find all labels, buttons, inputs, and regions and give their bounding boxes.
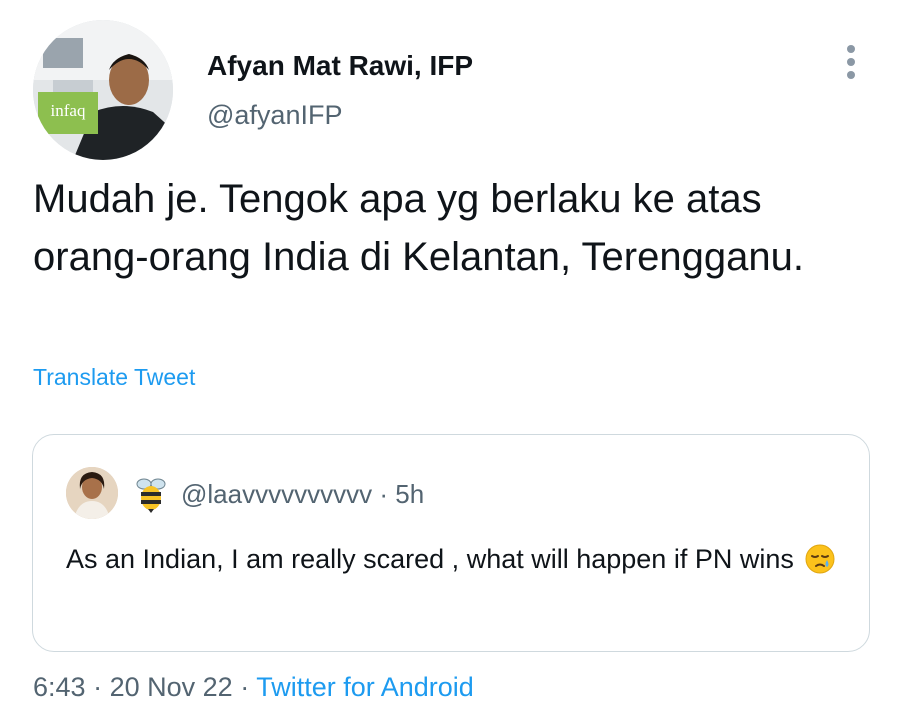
- author-handle[interactable]: @afyanIFP: [207, 100, 342, 131]
- translate-tweet-link[interactable]: Translate Tweet: [33, 364, 195, 391]
- avatar-image: infaq: [33, 20, 173, 160]
- avatar-logo-text: infaq: [51, 101, 86, 120]
- more-options-icon[interactable]: [838, 42, 864, 82]
- quoted-tweet-card[interactable]: @laavvvvvvvvvv · 5h As an Indian, I am r…: [32, 434, 870, 652]
- tweet-text: Mudah je. Tengok apa yg berlaku ke atas …: [33, 177, 804, 279]
- tweet-source-link[interactable]: Twitter for Android: [256, 672, 474, 702]
- footer-separator: ·: [93, 672, 103, 702]
- meta-separator: ·: [379, 479, 388, 509]
- tweet-date[interactable]: 20 Nov 22: [110, 672, 233, 702]
- quoted-tweet-meta: @laavvvvvvvvvv · 5h: [181, 479, 424, 510]
- quoted-tweet-text-block: As an Indian, I am really scared , what …: [66, 539, 846, 586]
- quoted-tweet-text: As an Indian, I am really scared , what …: [66, 544, 794, 574]
- footer-separator: ·: [240, 672, 250, 702]
- quoted-author-avatar[interactable]: [66, 467, 118, 519]
- author-display-name[interactable]: Afyan Mat Rawi, IFP: [207, 50, 473, 82]
- tweet-time[interactable]: 6:43: [33, 672, 86, 702]
- tweet-footer: 6:43 · 20 Nov 22 · Twitter for Android: [33, 672, 474, 703]
- quoted-tweet-time[interactable]: 5h: [395, 479, 424, 509]
- author-avatar[interactable]: infaq: [33, 20, 173, 160]
- quoted-author-handle[interactable]: @laavvvvvvvvvv: [181, 479, 372, 509]
- sleepy-face-emoji-icon: [805, 544, 835, 586]
- bee-icon: [134, 473, 168, 513]
